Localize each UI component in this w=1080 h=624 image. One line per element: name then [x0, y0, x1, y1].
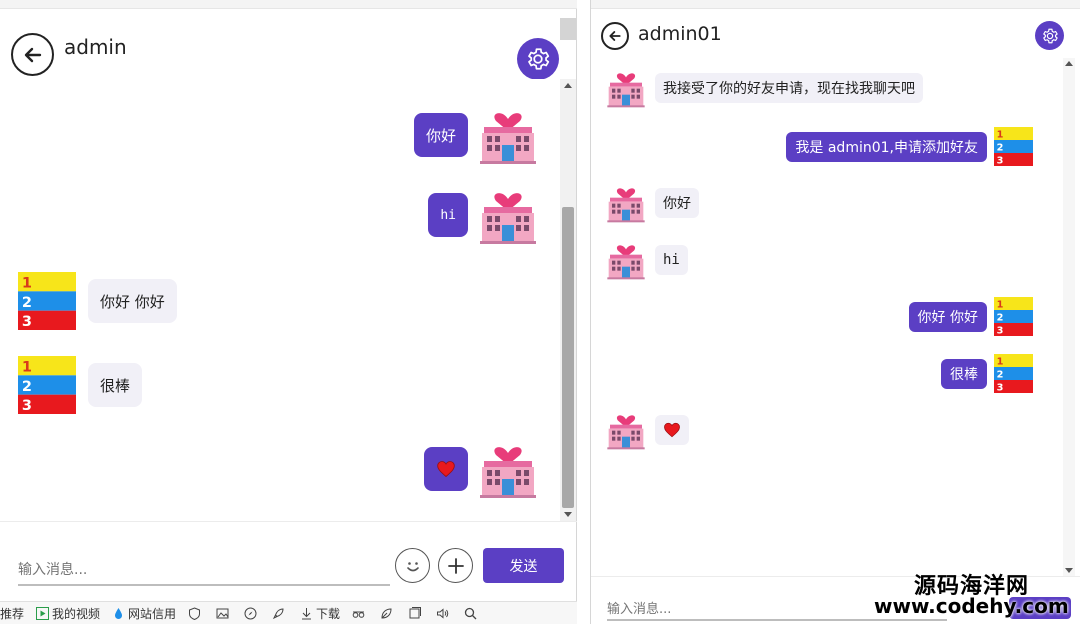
message-bubble: 很棒: [88, 363, 143, 407]
message-bubble: 我是 admin01,申请添加好友: [786, 131, 987, 162]
plus-icon: [447, 557, 464, 574]
heart-icon: [663, 421, 681, 439]
hotel-avatar-icon: [478, 105, 538, 165]
message-bubble: 你好: [413, 113, 468, 157]
image-button[interactable]: [216, 607, 232, 620]
back-button[interactable]: [601, 22, 629, 50]
download-icon: [302, 607, 312, 619]
image-icon: [216, 608, 229, 618]
scroll-up-icon[interactable]: [1065, 61, 1073, 66]
scroll-down-icon[interactable]: [564, 512, 572, 517]
message-item: 你好: [413, 105, 538, 165]
heart-icon: [436, 459, 456, 479]
message-item: [606, 410, 689, 450]
message-bubble: 很棒: [941, 358, 987, 389]
right-chat-window: admin01 我接受了你的好友申请，现在找我聊天吧 我是 admin01,申请…: [590, 0, 1080, 624]
hotel-avatar-icon: [606, 68, 646, 108]
window-icon: [409, 606, 422, 618]
play-icon: [36, 606, 50, 620]
message-item: hi: [428, 185, 538, 245]
message-item: [424, 439, 538, 499]
message-list: 我接受了你的好友申请，现在找我聊天吧 我是 admin01,申请添加好友 你好 …: [591, 58, 1063, 576]
hotel-avatar-icon: [606, 240, 646, 280]
arrow-left-icon: [24, 47, 41, 62]
window-button[interactable]: [408, 606, 424, 620]
numbers-avatar-icon: [994, 354, 1033, 393]
message-bubble: hi: [428, 193, 468, 237]
numbers-avatar-icon: [18, 356, 76, 414]
browser-status-bar: 推荐 我的视频 网站信用 下载: [0, 601, 577, 624]
chat-title: admin01: [638, 23, 722, 45]
search-icon: [464, 607, 477, 619]
hotel-avatar-icon: [606, 410, 646, 450]
shield-button[interactable]: [188, 606, 204, 620]
chat-header: admin: [0, 9, 577, 80]
send-button[interactable]: 发送: [483, 548, 564, 583]
message-bubble: 你好 你好: [88, 279, 177, 323]
browser-top-strip: [0, 0, 577, 9]
rocket-button[interactable]: [272, 607, 288, 620]
scrollbar-thumb[interactable]: [562, 207, 574, 508]
scroll-up-icon[interactable]: [564, 83, 572, 88]
message-list-scrollbar[interactable]: [1063, 58, 1075, 576]
leaf-icon: [381, 607, 392, 619]
speaker-icon: [437, 607, 449, 619]
hotel-avatar-icon: [478, 439, 538, 499]
numbers-avatar-icon: [994, 127, 1033, 166]
volume-button[interactable]: [436, 607, 452, 620]
chat-title: admin: [64, 35, 127, 59]
composer: 发送: [0, 521, 577, 601]
gear-icon: [1041, 27, 1059, 45]
hotel-avatar-icon: [478, 185, 538, 245]
message-item: 你好 你好: [18, 272, 177, 330]
message-list: 你好 hi 你好 你好 很棒: [0, 79, 560, 521]
watermark: 源码海洋网 www.codehy.com: [870, 568, 1080, 624]
message-item: 很棒: [18, 356, 143, 414]
message-item: 你好: [606, 183, 699, 223]
message-bubble: hi: [655, 245, 688, 275]
leaf-button[interactable]: [380, 607, 396, 620]
gear-icon: [525, 46, 551, 72]
message-bubble: [655, 415, 689, 445]
message-bubble: [424, 447, 468, 491]
message-bubble: 我接受了你的好友申请，现在找我聊天吧: [655, 73, 923, 103]
glasses-icon: [352, 611, 365, 618]
message-bubble: 你好 你好: [908, 301, 987, 332]
hotel-avatar-icon: [606, 183, 646, 223]
app-root: admin 你好 hi 你好 你好 很棒 输入消息... 发送 推荐 我的视频 …: [0, 0, 1080, 624]
droplet-icon: [115, 607, 123, 619]
back-button[interactable]: [11, 33, 54, 76]
message-item: 你好 你好: [908, 297, 1033, 336]
left-chat-window: admin 你好 hi 你好 你好 很棒 输入消息... 发送 推荐 我的视频 …: [0, 0, 577, 624]
emoji-button[interactable]: [395, 548, 430, 583]
settings-button[interactable]: [517, 38, 559, 80]
taskbar-item-recommend[interactable]: 推荐: [0, 605, 24, 622]
taskbar-item-my-videos[interactable]: 我的视频: [36, 605, 100, 622]
taskbar-item-download[interactable]: 下载: [300, 605, 340, 622]
shield-icon: [189, 606, 201, 620]
message-item: hi: [606, 240, 688, 280]
arrow-left-icon: [609, 31, 621, 41]
rocket-icon: [272, 607, 284, 619]
message-input[interactable]: [18, 556, 390, 586]
smiley-icon: [406, 561, 419, 571]
message-item: 我接受了你的好友申请，现在找我聊天吧: [606, 68, 923, 108]
watermark-url: www.codehy.com: [874, 594, 1069, 618]
search-button[interactable]: [464, 607, 480, 620]
numbers-avatar-icon: [18, 272, 76, 330]
message-list-scrollbar[interactable]: [560, 79, 576, 521]
message-bubble: 你好: [655, 188, 699, 218]
taskbar-item-site-credit[interactable]: 网站信用: [112, 605, 176, 622]
glasses-button[interactable]: [352, 607, 368, 620]
compass-icon: [244, 607, 257, 619]
compass-button[interactable]: [244, 607, 260, 620]
numbers-avatar-icon: [994, 297, 1033, 336]
message-item: 很棒: [941, 354, 1033, 393]
settings-button[interactable]: [1035, 21, 1064, 50]
attach-button[interactable]: [438, 548, 473, 583]
message-item: 我是 admin01,申请添加好友: [786, 127, 1033, 166]
browser-top-strip: [591, 0, 1080, 9]
